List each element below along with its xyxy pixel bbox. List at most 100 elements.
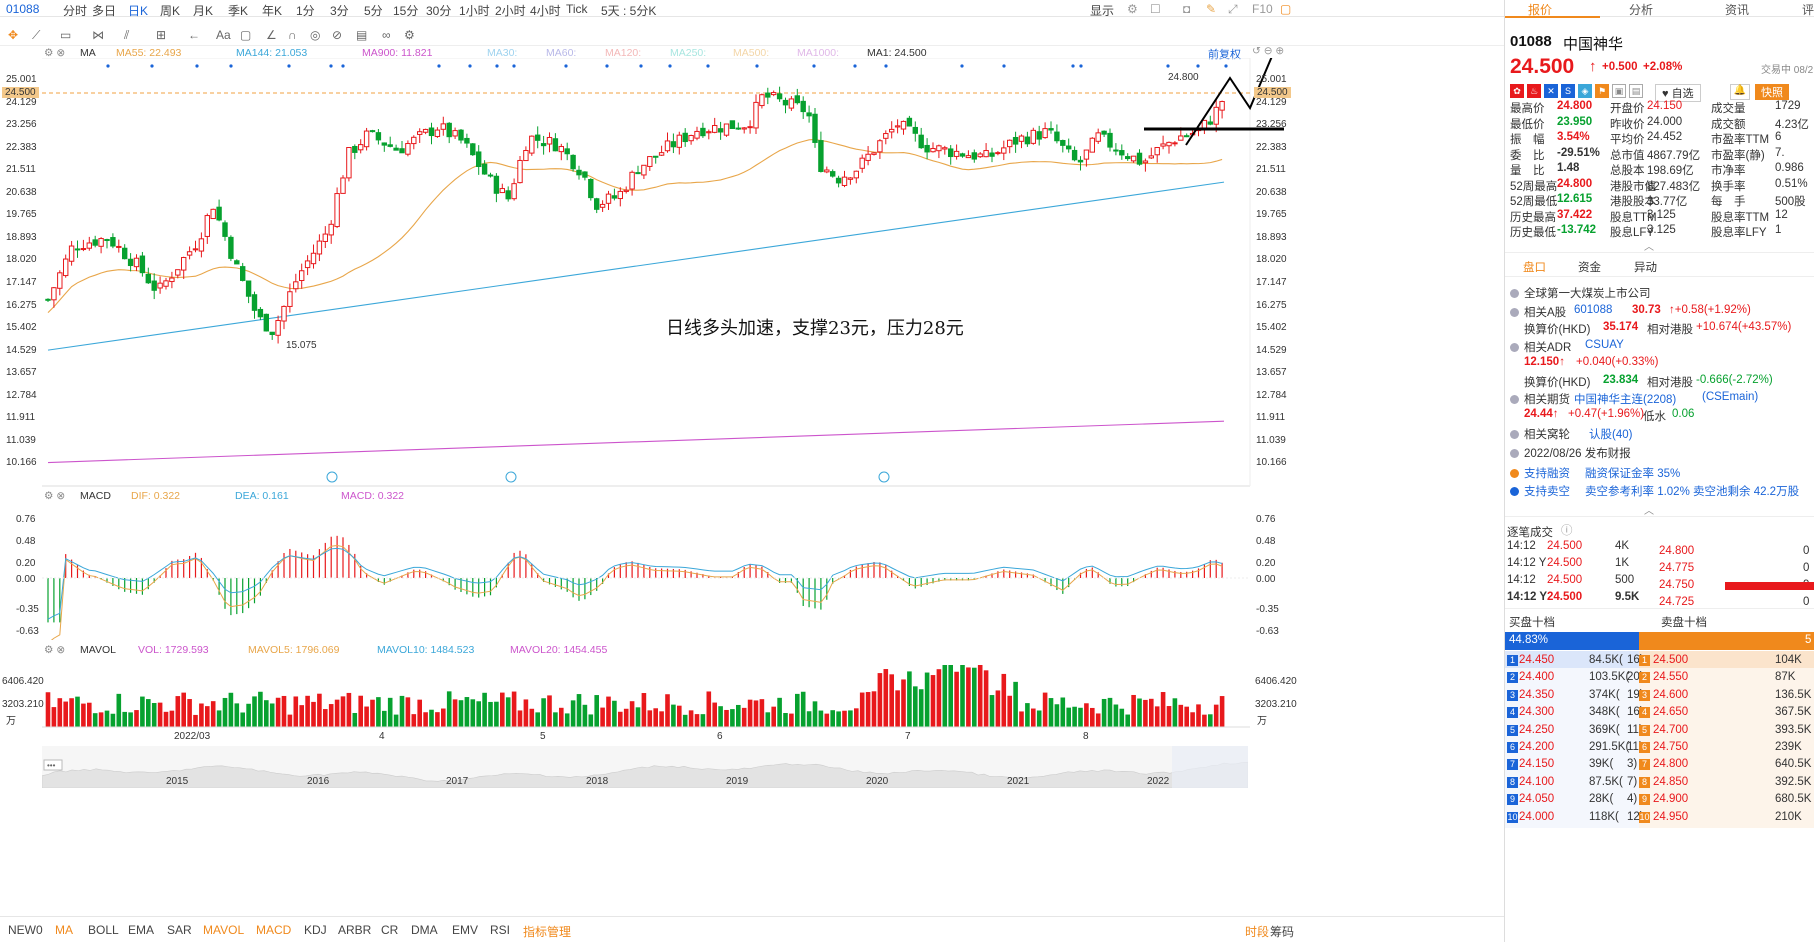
rect-icon[interactable]: ▭: [60, 28, 71, 42]
short-support: 支持卖空: [1510, 483, 1570, 499]
volume-bar: [736, 704, 741, 727]
stock-code[interactable]: 01088: [6, 2, 39, 16]
indicator-tab[interactable]: CR: [381, 923, 398, 937]
snapshot-button[interactable]: 快照: [1755, 84, 1789, 100]
period-tab[interactable]: 5分: [364, 2, 383, 19]
fullscreen-icon[interactable]: ⤢: [1228, 2, 1238, 17]
related-adr[interactable]: 相关ADR: [1510, 339, 1571, 355]
period-tab[interactable]: 3分: [330, 2, 349, 19]
candle-up: [546, 136, 553, 145]
parallel-icon[interactable]: ⫽: [124, 28, 129, 43]
note-icon[interactable]: ▢: [240, 28, 251, 42]
overview-navigator[interactable]: •••: [42, 746, 1248, 788]
margin-rate: 融资保证金率 35%: [1585, 468, 1681, 480]
settings-icon[interactable]: ⚙: [404, 28, 415, 42]
candle-up: [133, 257, 140, 268]
layout-icon[interactable]: ☐: [1150, 2, 1161, 16]
macd-chart[interactable]: [0, 500, 1300, 640]
bell-icon[interactable]: 🔔: [1730, 84, 1750, 100]
tab-news[interactable]: 资讯: [1725, 1, 1749, 18]
indicator-manage-button[interactable]: 指标管理: [523, 923, 571, 940]
display-menu[interactable]: 显示: [1090, 2, 1114, 19]
warrant-link[interactable]: 认股(40): [1589, 426, 1632, 442]
eye-icon[interactable]: ◎: [310, 28, 320, 42]
related-a-share[interactable]: 相关A股: [1510, 304, 1566, 320]
tab-comments[interactable]: 评: [1802, 1, 1814, 18]
collapse-icon[interactable]: ︿: [1644, 238, 1654, 253]
camera-icon[interactable]: ◘: [1183, 2, 1190, 16]
crosshair-icon[interactable]: ✥: [8, 28, 18, 42]
indicator-tab[interactable]: RSI: [490, 923, 510, 937]
indicator-tab[interactable]: BOLL: [88, 923, 119, 937]
period-tab[interactable]: 分时: [63, 2, 87, 19]
level-icon[interactable]: ⊞: [156, 28, 166, 42]
comment-icon[interactable]: ▤: [356, 28, 367, 42]
help-icon[interactable]: ⓘ: [1561, 522, 1573, 538]
candle-down: [576, 169, 582, 176]
f10-button[interactable]: F10: [1252, 2, 1273, 16]
note-icon[interactable]: ▤: [1629, 84, 1643, 98]
candlestick-chart[interactable]: [0, 58, 1300, 488]
text-icon[interactable]: Aa: [216, 28, 231, 42]
settings-icon[interactable]: ⚙: [1127, 2, 1138, 16]
period-tab[interactable]: Tick: [566, 2, 588, 16]
indicator-tab[interactable]: SAR: [167, 923, 192, 937]
subtab-capital[interactable]: 资金: [1578, 259, 1601, 275]
link-icon[interactable]: ∞: [382, 28, 391, 42]
indicator-tab-active[interactable]: MA: [55, 923, 73, 937]
period-tab[interactable]: 30分: [426, 2, 451, 19]
period-tab[interactable]: 5天 : 5分K: [601, 2, 656, 19]
angle-icon[interactable]: ∠: [266, 28, 277, 42]
period-tab[interactable]: 1分: [296, 2, 315, 19]
current-price-tag-right: 24.500: [1254, 87, 1291, 98]
related-futures[interactable]: 相关期货: [1510, 391, 1570, 407]
period-tab[interactable]: 周K: [160, 2, 180, 19]
period-time-button[interactable]: 时段: [1245, 923, 1269, 940]
magnet-icon[interactable]: ∩: [288, 28, 297, 42]
candle-up: [1213, 106, 1219, 125]
candle-down: [369, 130, 376, 133]
indicator-tab[interactable]: DMA: [411, 923, 438, 937]
indicator-tab-active[interactable]: MACD: [256, 923, 291, 937]
fan-icon[interactable]: ⋈: [92, 28, 104, 42]
arrow-icon[interactable]: ←: [188, 28, 200, 42]
candle-down: [1048, 128, 1054, 131]
delete-icon[interactable]: ⊘: [332, 28, 342, 42]
period-tab[interactable]: 多日: [92, 2, 116, 19]
futures-name[interactable]: 中国神华主连(2208): [1574, 391, 1676, 407]
period-tab[interactable]: 年K: [262, 2, 282, 19]
chart-tools-icon[interactable]: ↺ ⊖ ⊕: [1252, 45, 1284, 57]
period-tab[interactable]: 2小时: [495, 2, 526, 19]
subtab-orderbook[interactable]: 盘口: [1523, 259, 1546, 275]
candle-up: [440, 123, 447, 130]
indicator-tab-active[interactable]: MAVOL: [203, 923, 244, 937]
a-share-code[interactable]: 601088: [1574, 304, 1612, 316]
line-icon[interactable]: ⟋: [32, 28, 40, 43]
period-tab[interactable]: 4小时: [530, 2, 561, 19]
indicator-tab[interactable]: ARBR: [338, 923, 371, 937]
volume-chart[interactable]: [0, 655, 1300, 730]
period-tab[interactable]: 15分: [393, 2, 418, 19]
candle-down: [493, 175, 500, 194]
panel-toggle-icon[interactable]: ▢: [1280, 2, 1291, 16]
volume-bar: [1172, 698, 1178, 727]
indicator-tab[interactable]: EMA: [128, 923, 154, 937]
event-marker-icon: [505, 471, 517, 483]
period-tab[interactable]: 月K: [193, 2, 213, 19]
collapse-icon[interactable]: ︿: [1644, 502, 1654, 517]
indicator-tab[interactable]: EMV: [452, 923, 478, 937]
period-tab[interactable]: 季K: [228, 2, 248, 19]
subtab-abnormal[interactable]: 异动: [1634, 259, 1657, 275]
period-tab-active[interactable]: 日K: [128, 2, 148, 19]
orderbook-row[interactable]: 10 24.000 118K(12) 10 24.950 210K: [1505, 807, 1814, 828]
chip-button[interactable]: 筹码: [1270, 923, 1294, 940]
related-warrants[interactable]: 相关窝轮: [1510, 426, 1570, 442]
adr-code[interactable]: CSUAY: [1585, 339, 1624, 351]
indicator-tab[interactable]: NEW0: [8, 923, 43, 937]
indicator-tab[interactable]: KDJ: [304, 923, 327, 937]
alert-icon[interactable]: ▣: [1612, 84, 1626, 98]
tab-analysis[interactable]: 分析: [1629, 1, 1653, 18]
pen-icon[interactable]: ✎: [1206, 2, 1216, 16]
futures-code[interactable]: (CSEmain): [1702, 391, 1758, 403]
period-tab[interactable]: 1小时: [459, 2, 490, 19]
